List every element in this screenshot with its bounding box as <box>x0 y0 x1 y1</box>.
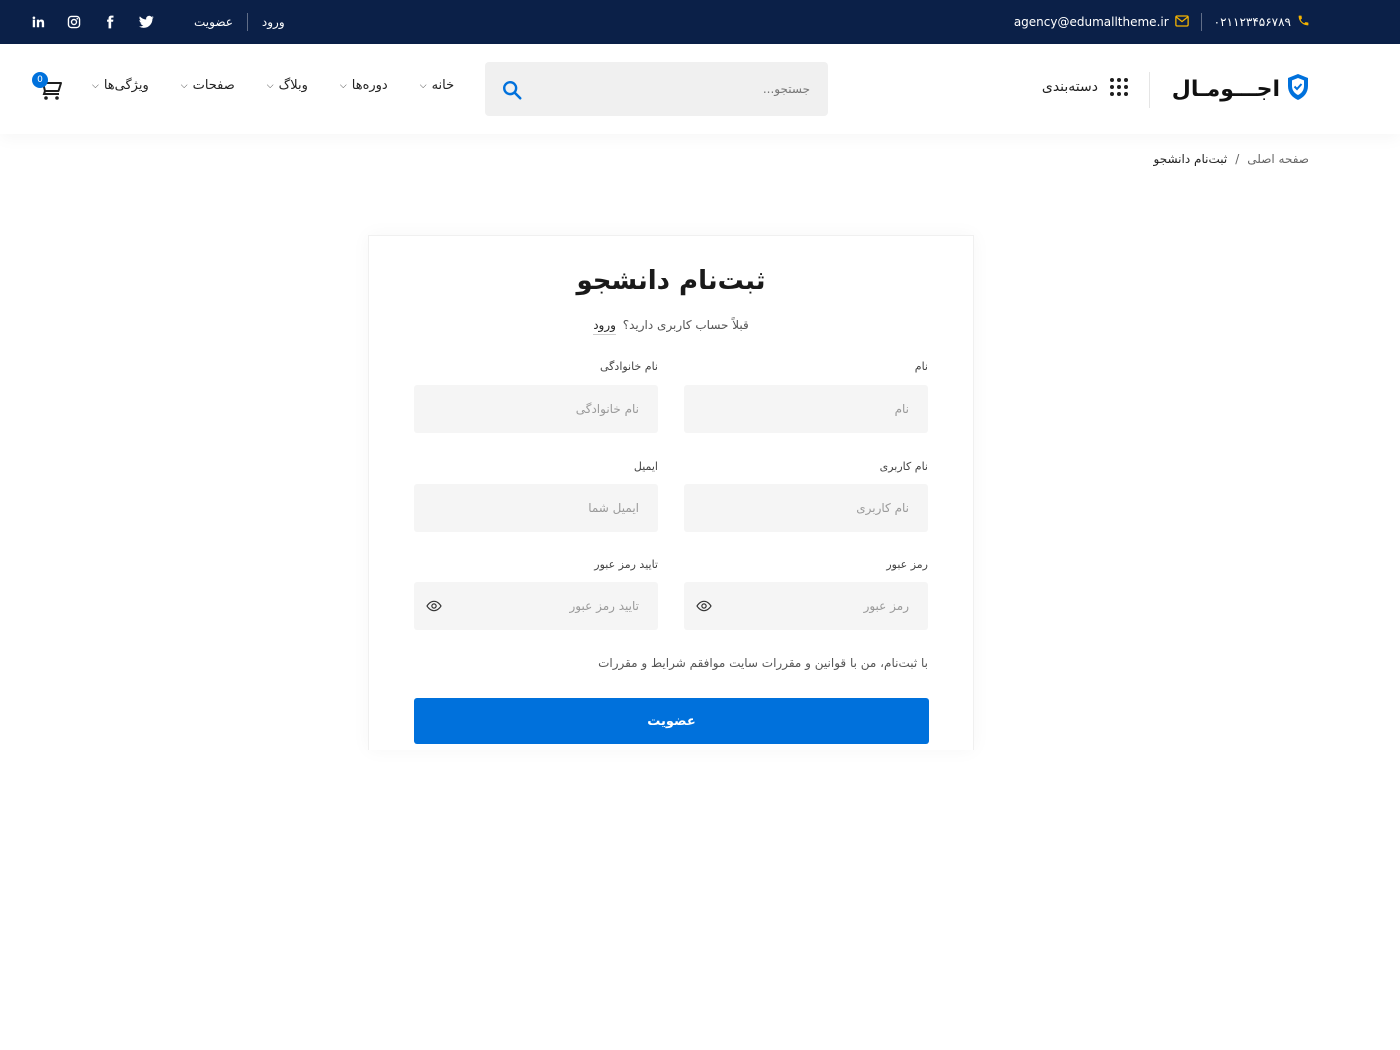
nav-item-label: دوره‌ها <box>351 78 388 93</box>
cart-count-badge: 0 <box>32 72 48 88</box>
facebook-icon[interactable] <box>102 14 118 30</box>
category-label: دسته‌بندی <box>1041 79 1098 95</box>
mail-icon <box>1174 14 1189 30</box>
chevron-down-icon: ⌵ <box>419 80 427 91</box>
nav-item-label: وبلاگ <box>278 78 308 93</box>
topbar-login-link[interactable]: ورود <box>262 15 285 29</box>
login-prompt: قبلاً حساب کاربری دارید؟ ورود <box>369 318 973 335</box>
password-label: رمز عبور <box>886 558 928 571</box>
last-name-label: نام خانوادگی <box>600 360 658 373</box>
nav-item-label: خانه <box>431 78 455 93</box>
category-menu[interactable]: دسته‌بندی <box>1042 78 1128 96</box>
nav-item-label: ویژگی‌ها <box>103 78 149 93</box>
chevron-down-icon: ⌵ <box>266 80 274 91</box>
last-name-input[interactable] <box>414 385 658 433</box>
username-input[interactable] <box>684 484 928 532</box>
divider <box>246 13 248 31</box>
top-bar: ۰۲۱۱۲۳۴۵۶۷۸۹ agency@edumalltheme.ir عضوی… <box>0 0 1400 44</box>
divider <box>1149 72 1150 108</box>
first-name-field-wrap <box>684 385 928 433</box>
email-contact[interactable]: agency@edumalltheme.ir <box>1013 14 1189 30</box>
nav-item-home[interactable]: خانه ⌵ <box>420 78 454 93</box>
email-field-wrap <box>414 484 658 532</box>
last-name-field-wrap <box>414 385 658 433</box>
password-input[interactable] <box>684 582 928 630</box>
logo-text: اجـــومـال <box>1171 76 1280 102</box>
contact-info: ۰۲۱۱۲۳۴۵۶۷۸۹ agency@edumalltheme.ir <box>1014 0 1310 44</box>
cart-button[interactable]: 0 <box>32 72 64 102</box>
login-prompt-text: قبلاً حساب کاربری دارید؟ <box>622 318 749 332</box>
first-name-label: نام <box>914 360 928 373</box>
main-nav: خانه ⌵ دوره‌ها ⌵ وبلاگ ⌵ صفحات ⌵ ویژگی‌ه… <box>92 78 454 93</box>
email-address: agency@edumalltheme.ir <box>1013 15 1169 29</box>
main-header: اجـــومـال دسته‌بندی خانه ⌵ دوره‌ها ⌵ وب… <box>0 44 1400 134</box>
eye-icon[interactable] <box>426 598 442 614</box>
auth-links: عضویت ورود <box>194 13 285 31</box>
confirm-password-label: تایید رمز عبور <box>594 558 658 571</box>
search-icon[interactable] <box>501 79 523 101</box>
cart-icon <box>34 78 64 106</box>
site-logo[interactable]: اجـــومـال <box>1172 72 1310 106</box>
breadcrumb-home[interactable]: صفحه اصلی <box>1247 152 1309 166</box>
page-title: ثبت‌نام دانشجو <box>576 266 766 296</box>
confirm-password-field-wrap <box>414 582 658 630</box>
divider <box>1200 13 1202 31</box>
linkedin-icon[interactable] <box>30 14 46 30</box>
password-field-wrap <box>684 582 928 630</box>
login-link[interactable]: ورود <box>593 318 616 335</box>
search-input[interactable] <box>560 62 810 116</box>
chevron-down-icon: ⌵ <box>92 80 99 91</box>
search-box <box>485 62 828 116</box>
topbar-register-link[interactable]: عضویت <box>194 15 233 29</box>
registration-card: ثبت‌نام دانشجو قبلاً حساب کاربری دارید؟ … <box>368 235 974 750</box>
first-name-input[interactable] <box>684 385 928 433</box>
breadcrumb-separator: / <box>1235 152 1240 166</box>
phone-contact[interactable]: ۰۲۱۱۲۳۴۵۶۷۸۹ <box>1214 14 1310 30</box>
chevron-down-icon: ⌵ <box>180 80 188 91</box>
email-input[interactable] <box>414 484 658 532</box>
username-field-wrap <box>684 484 928 532</box>
terms-text: با ثبت‌نام، من با قوانین و مقررات سایت م… <box>598 656 928 670</box>
breadcrumb: صفحه اصلی / ثبت‌نام دانشجو <box>1154 152 1309 166</box>
nav-item-pages[interactable]: صفحات ⌵ <box>181 78 235 93</box>
phone-number: ۰۲۱۱۲۳۴۵۶۷۸۹ <box>1213 15 1291 29</box>
chevron-down-icon: ⌵ <box>339 80 347 91</box>
breadcrumb-current: ثبت‌نام دانشجو <box>1153 152 1228 166</box>
nav-item-label: صفحات <box>192 78 235 93</box>
register-submit-button[interactable]: عضویت <box>414 698 929 744</box>
phone-icon <box>1297 14 1310 30</box>
confirm-password-input[interactable] <box>414 582 658 630</box>
nav-item-courses[interactable]: دوره‌ها ⌵ <box>340 78 388 93</box>
social-and-auth: عضویت ورود <box>30 0 285 44</box>
grid-icon <box>1110 78 1128 96</box>
nav-item-features[interactable]: ویژگی‌ها ⌵ <box>92 78 149 93</box>
eye-icon[interactable] <box>696 598 712 614</box>
twitter-icon[interactable] <box>138 14 154 30</box>
username-label: نام کاربری <box>879 460 928 473</box>
nav-item-blog[interactable]: وبلاگ ⌵ <box>267 78 308 93</box>
email-label: ایمیل <box>633 460 658 473</box>
shield-logo-icon <box>1286 73 1310 105</box>
instagram-icon[interactable] <box>66 14 82 30</box>
